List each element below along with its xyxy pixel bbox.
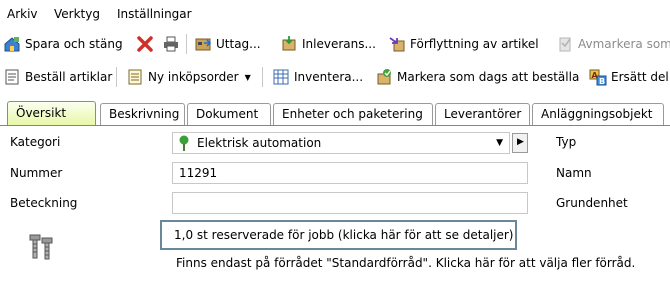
nummer-label: Nummer bbox=[10, 166, 63, 180]
new-purchase-order-button[interactable]: Ny inköpsorder ▼ bbox=[126, 66, 251, 88]
home-save-icon bbox=[3, 35, 21, 53]
category-pin-icon bbox=[177, 135, 191, 151]
tab-divider bbox=[0, 125, 670, 126]
mark-order-icon bbox=[375, 68, 393, 86]
nummer-field[interactable]: 11291 bbox=[172, 162, 528, 184]
store-selection-link[interactable]: Finns endast på förrådet "Standardförråd… bbox=[176, 256, 635, 270]
tab-dokument[interactable]: Dokument bbox=[187, 103, 271, 126]
grundenhet-label: Grundenhet bbox=[556, 196, 628, 210]
article-image-icon bbox=[28, 232, 54, 262]
save-and-close-button[interactable]: Spara och stäng bbox=[3, 33, 123, 55]
withdrawal-button[interactable]: Uttag... bbox=[194, 33, 261, 55]
mark-as-due-to-order-button[interactable]: Markera som dags att beställa bbox=[375, 66, 579, 88]
purchase-order-icon bbox=[126, 68, 144, 86]
replace-part-button[interactable]: AB Ersätt del bbox=[589, 66, 669, 88]
kategori-navigate-button[interactable]: ▶ bbox=[512, 133, 528, 153]
beteckning-field[interactable] bbox=[172, 192, 528, 214]
delivery-button[interactable]: Inleverans... bbox=[280, 33, 376, 55]
namn-label: Namn bbox=[556, 166, 592, 180]
delete-x-icon bbox=[136, 35, 154, 53]
menu-bar: Arkiv Verktyg Inställningar bbox=[0, 0, 670, 28]
move-article-icon bbox=[388, 35, 406, 53]
delete-button[interactable] bbox=[136, 33, 154, 55]
order-articles-button[interactable]: Beställ artiklar bbox=[3, 66, 112, 88]
kategori-value: Elektrisk automation bbox=[197, 136, 322, 150]
menu-installningar[interactable]: Inställningar bbox=[117, 7, 192, 21]
move-article-button[interactable]: Förflyttning av artikel bbox=[388, 33, 539, 55]
kategori-dropdown[interactable]: Elektrisk automation ▼ bbox=[172, 132, 510, 154]
menu-arkiv[interactable]: Arkiv bbox=[7, 7, 38, 21]
replace-part-icon: AB bbox=[589, 68, 607, 86]
toolbar-separator bbox=[262, 67, 263, 87]
toolbar-separator bbox=[186, 34, 187, 54]
withdrawal-icon bbox=[194, 35, 212, 53]
kategori-label: Kategori bbox=[10, 135, 61, 149]
chevron-down-icon[interactable]: ▼ bbox=[245, 73, 251, 82]
printer-icon bbox=[162, 35, 180, 53]
unmark-button[interactable]: Avmarkera som bbox=[556, 33, 670, 55]
inventory-icon bbox=[272, 68, 290, 86]
beteckning-label: Beteckning bbox=[10, 196, 78, 210]
tab-leverantorer[interactable]: Leverantörer bbox=[435, 103, 530, 126]
inventory-button[interactable]: Inventera... bbox=[272, 66, 363, 88]
reservation-details-link[interactable]: 1,0 st reserverade för jobb (klicka här … bbox=[160, 220, 517, 250]
toolbar-separator bbox=[116, 67, 117, 87]
delivery-icon bbox=[280, 35, 298, 53]
unmark-icon bbox=[556, 35, 574, 53]
main-toolbar: Spara och stäng Uttag... Inleverans... F… bbox=[0, 28, 670, 60]
tab-oversikt[interactable]: Översikt bbox=[7, 101, 96, 126]
chevron-down-icon: ▼ bbox=[496, 138, 503, 148]
print-button[interactable] bbox=[162, 33, 180, 55]
svg-text:A: A bbox=[592, 71, 599, 80]
tab-beskrivning[interactable]: Beskrivning bbox=[100, 103, 185, 126]
order-articles-icon bbox=[3, 68, 21, 86]
tab-strip: Översikt Beskrivning Dokument Enheter oc… bbox=[0, 97, 670, 127]
arrow-right-icon: ▶ bbox=[517, 137, 524, 147]
secondary-toolbar: Beställ artiklar Ny inköpsorder ▼ Invent… bbox=[0, 61, 670, 93]
typ-label: Typ bbox=[556, 135, 577, 149]
menu-verktyg[interactable]: Verktyg bbox=[54, 7, 100, 21]
tab-enheter-och-paketering[interactable]: Enheter och paketering bbox=[273, 103, 433, 126]
svg-text:B: B bbox=[599, 77, 605, 86]
tab-anlaggningsobjekt[interactable]: Anläggningsobjekt bbox=[532, 103, 664, 126]
